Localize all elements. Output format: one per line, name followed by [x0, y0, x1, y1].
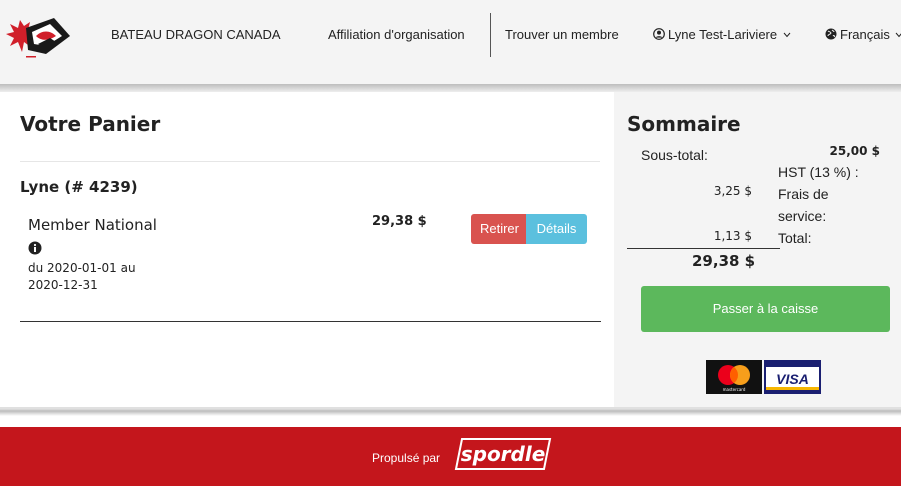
- top-navbar: BATEAU DRAGON CANADA Affiliation d'organ…: [0, 0, 901, 84]
- summary-panel: Sommaire Sous-total: 25,00 $ HST (13 %) …: [614, 92, 901, 407]
- nav-divider: [490, 13, 491, 57]
- cart-divider: [20, 161, 600, 162]
- cart-item-price: 29,38 $: [372, 214, 427, 229]
- total-value: 29,38 $: [692, 252, 756, 270]
- remove-button[interactable]: Retirer: [471, 214, 528, 244]
- subtotal-label: Sous-total:: [641, 147, 708, 163]
- svg-text:VISA: VISA: [776, 371, 809, 387]
- language-label: Français: [840, 27, 890, 42]
- powered-by-text: Propulsé par: [372, 451, 441, 465]
- spordle-logo[interactable]: spordle: [454, 437, 552, 471]
- footer-shadow: [0, 407, 901, 427]
- header-shadow: [0, 84, 901, 92]
- globe-icon: [825, 28, 837, 40]
- dragon-boat-canada-logo[interactable]: [6, 14, 72, 64]
- hst-label: HST (13 %) :: [778, 164, 859, 180]
- fee-value: 1,13 $: [713, 229, 752, 243]
- details-button[interactable]: Détails: [526, 214, 587, 244]
- payment-cards-logo: mastercard VISA: [706, 360, 821, 394]
- summary-title: Sommaire: [627, 112, 741, 136]
- cart-member-name: Lyne (# 4239): [20, 178, 138, 196]
- mastercard-icon: mastercard: [706, 360, 762, 394]
- cart-item-dates: du 2020-01-01 au 2020-12-31: [28, 261, 136, 292]
- user-menu-dropdown[interactable]: Lyne Test-Lariviere: [653, 27, 791, 42]
- svg-text:spordle: spordle: [461, 442, 546, 466]
- info-circle-icon[interactable]: [28, 241, 42, 255]
- visa-icon: VISA: [764, 360, 821, 394]
- user-name: Lyne Test-Lariviere: [668, 27, 778, 42]
- footer: Propulsé par spordle: [0, 427, 901, 486]
- fee-label: Frais de service:: [778, 186, 829, 224]
- total-label: Total:: [778, 230, 812, 246]
- user-circle-icon: [653, 28, 665, 40]
- chevron-down-icon: [896, 32, 901, 38]
- language-dropdown[interactable]: Français: [825, 27, 901, 42]
- svg-text:mastercard: mastercard: [723, 387, 746, 392]
- hst-value: 3,25 $: [713, 184, 752, 198]
- subtotal-value: 25,00 $: [829, 144, 880, 158]
- nav-find-member-link[interactable]: Trouver un membre: [505, 27, 619, 42]
- cart-bottom-divider: [20, 321, 601, 322]
- cart-title: Votre Panier: [20, 112, 161, 136]
- org-name-link[interactable]: BATEAU DRAGON CANADA: [111, 27, 281, 42]
- cart-item-name: Member National: [28, 214, 168, 260]
- cart-item-name-text: Member National: [28, 216, 157, 234]
- nav-affiliation-link[interactable]: Affiliation d'organisation: [328, 27, 465, 42]
- checkout-button[interactable]: Passer à la caisse: [641, 286, 890, 332]
- summary-divider: [627, 248, 780, 249]
- chevron-down-icon: [783, 32, 791, 38]
